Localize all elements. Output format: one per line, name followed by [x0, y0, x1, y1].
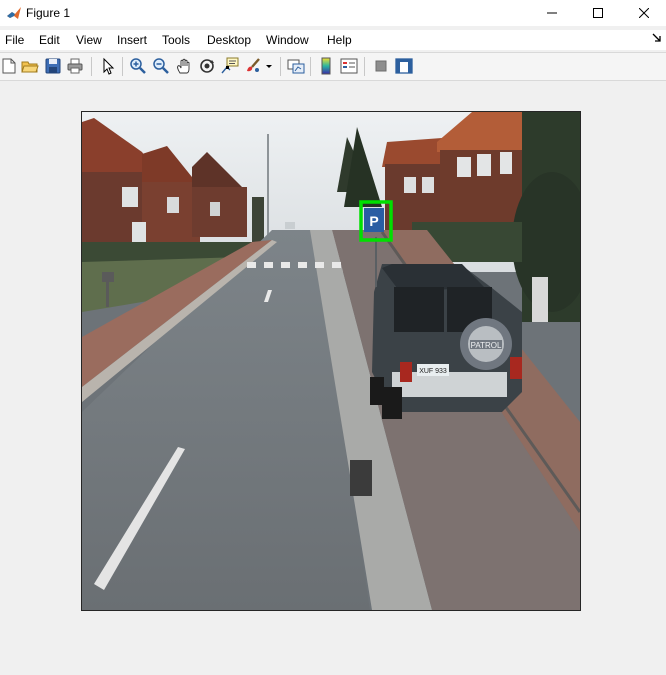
zoom-in-icon[interactable] — [129, 57, 147, 75]
license-plate-text: XUF 933 — [419, 368, 447, 375]
show-plot-tools-icon[interactable] — [395, 57, 413, 75]
menu-desktop[interactable]: Desktop — [207, 32, 251, 48]
menu-help[interactable]: Help — [327, 32, 352, 48]
toolbar-separator — [364, 57, 365, 76]
open-file-icon[interactable] — [21, 57, 39, 75]
toolbar-separator — [91, 57, 92, 76]
rotate-3d-icon[interactable] — [198, 57, 216, 75]
street-scene-image: PATROL XUF 933 P — [82, 112, 580, 610]
parking-sign-text: P — [369, 213, 378, 229]
close-icon — [639, 8, 649, 18]
hide-plot-tools-icon[interactable] — [372, 57, 390, 75]
matlab-logo-icon — [7, 7, 21, 19]
colorbar-icon[interactable] — [317, 57, 335, 75]
menu-insert[interactable]: Insert — [117, 32, 147, 48]
menu-file[interactable]: File — [5, 32, 24, 48]
menu-bar: File Edit View Insert Tools Desktop Wind… — [0, 30, 666, 50]
maximize-icon — [593, 8, 603, 18]
figure-axes[interactable]: PATROL XUF 933 P — [81, 111, 581, 611]
minimize-icon — [547, 12, 557, 14]
data-cursor-icon[interactable] — [221, 57, 239, 75]
brush-icon[interactable] — [244, 57, 262, 75]
menu-view[interactable]: View — [76, 32, 102, 48]
select-pointer-icon[interactable] — [99, 57, 117, 75]
spare-tire-text: PATROL — [471, 341, 502, 350]
figure-toolbar — [0, 52, 666, 81]
menu-tools[interactable]: Tools — [162, 32, 190, 48]
minimize-button[interactable] — [529, 0, 575, 26]
zoom-out-icon[interactable] — [152, 57, 170, 75]
save-icon[interactable] — [44, 57, 62, 75]
dock-figure-icon[interactable] — [652, 33, 662, 43]
menu-window[interactable]: Window — [266, 32, 309, 48]
pan-hand-icon[interactable] — [175, 57, 193, 75]
toolbar-separator — [122, 57, 123, 76]
link-plot-icon[interactable] — [287, 57, 305, 75]
close-button[interactable] — [621, 0, 666, 26]
maximize-button[interactable] — [575, 0, 621, 26]
menu-edit[interactable]: Edit — [39, 32, 60, 48]
legend-icon[interactable] — [340, 57, 358, 75]
toolbar-separator — [310, 57, 311, 76]
new-figure-icon[interactable] — [0, 57, 18, 75]
title-bar: Figure 1 — [0, 0, 666, 26]
window-title: Figure 1 — [26, 6, 71, 20]
brush-dropdown-icon[interactable] — [264, 57, 274, 75]
toolbar-separator — [280, 57, 281, 76]
print-icon[interactable] — [66, 57, 84, 75]
